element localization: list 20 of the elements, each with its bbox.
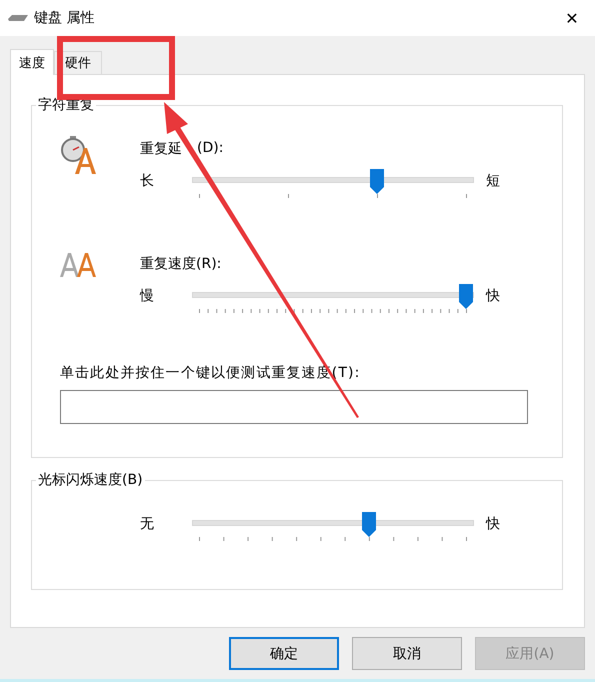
slider-label: 重复延 (140, 140, 182, 158)
window-title: 键盘 属性 (34, 9, 96, 27)
dialog-button[interactable]: 确定 (229, 637, 339, 670)
slider-thumb[interactable] (459, 284, 473, 310)
slider-label: (D): (197, 139, 224, 158)
slider-thumb[interactable] (370, 169, 384, 195)
slider-label: 重复速度(R): (140, 255, 222, 273)
dialog-button[interactable]: 取消 (352, 637, 462, 670)
slider-max-label: 快 (484, 515, 501, 533)
slider-min-label: 长 (140, 172, 155, 190)
slider-max-label: 快 (484, 287, 501, 305)
slider-max-label: 短 (485, 172, 501, 190)
group-title: 光标闪烁速度(B) (36, 471, 145, 489)
slider-thumb[interactable] (362, 512, 376, 538)
keyboard-icon (8, 14, 28, 22)
input-field[interactable] (60, 390, 528, 424)
slider-min-label: 无 (140, 515, 155, 533)
slider-min-label: 慢 (140, 287, 155, 305)
tab[interactable]: 速度 (10, 49, 54, 75)
close-button[interactable]: ✕ (549, 0, 595, 36)
